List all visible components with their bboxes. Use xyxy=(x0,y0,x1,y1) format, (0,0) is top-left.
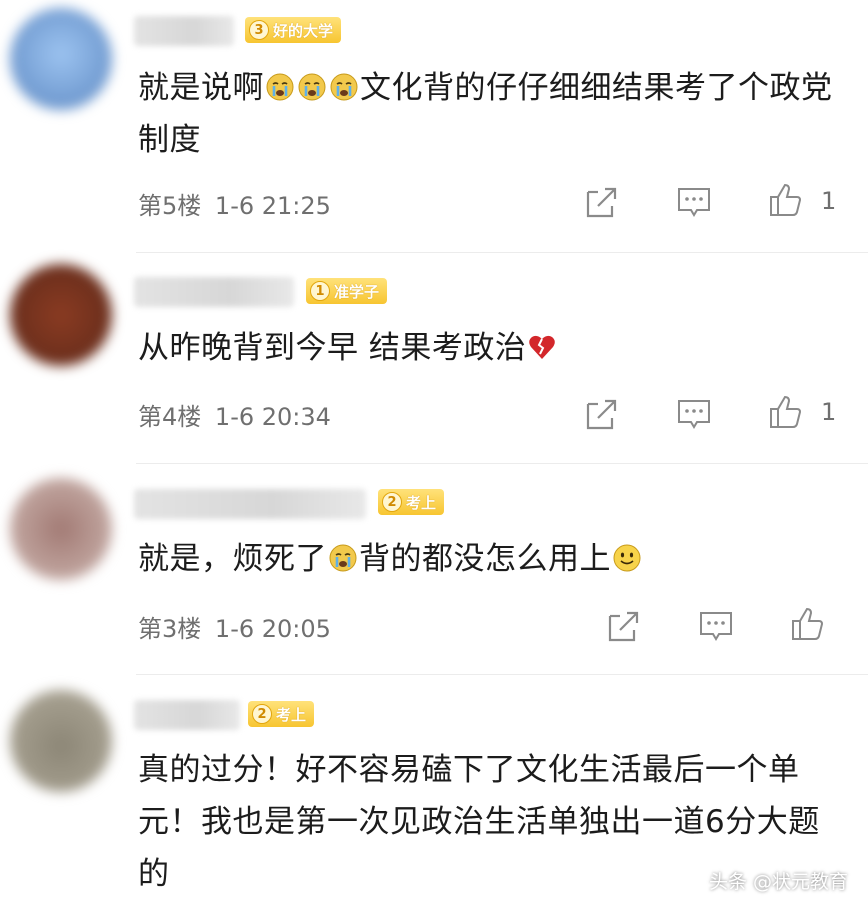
divider xyxy=(136,463,868,464)
badge-level: 3 xyxy=(249,20,269,40)
like-count: 1 xyxy=(821,398,837,426)
badge-level: 2 xyxy=(382,492,402,512)
badge-title: 好的大学 xyxy=(273,21,334,40)
comment-meta: 第4楼 1-6 20:34 xyxy=(138,397,331,432)
watermark: 头条 @状元教育 xyxy=(708,871,848,893)
badge-title: 考上 xyxy=(276,705,307,724)
crying-face-emoji xyxy=(330,73,358,101)
broken-heart-emoji xyxy=(529,335,556,359)
divider xyxy=(136,252,868,253)
user-badge: 2 考上 xyxy=(248,701,315,727)
comment-text-part: 就是，烦死了 xyxy=(138,541,327,577)
username-blurred[interactable] xyxy=(134,700,240,730)
avatar[interactable] xyxy=(10,478,112,580)
username-blurred[interactable] xyxy=(134,489,366,519)
avatar[interactable] xyxy=(10,264,112,366)
user-badge: 2 考上 xyxy=(378,489,445,515)
comment-icon[interactable] xyxy=(676,184,712,220)
share-icon[interactable] xyxy=(606,608,642,644)
crying-face-emoji xyxy=(266,73,294,101)
comment-meta: 第5楼 1-6 21:25 xyxy=(138,186,331,221)
share-icon[interactable] xyxy=(584,184,620,220)
avatar[interactable] xyxy=(10,8,112,110)
user-badge: 1 准学子 xyxy=(306,278,388,304)
comment-text-part: 背的都没怎么用上 xyxy=(359,541,611,577)
comment-text: 就是，烦死了 背的都没怎么用上 xyxy=(138,533,838,585)
crying-face-emoji xyxy=(298,73,326,101)
divider xyxy=(136,674,868,675)
crying-face-emoji xyxy=(329,544,357,572)
username-blurred[interactable] xyxy=(134,277,294,307)
comment-text: 从昨晚背到今早 结果考政治 xyxy=(138,322,838,374)
avatar[interactable] xyxy=(10,690,112,792)
comment-text-part: 就是说啊 xyxy=(138,70,264,106)
comment-icon[interactable] xyxy=(676,396,712,432)
comment-meta: 第3楼 1-6 20:05 xyxy=(138,609,331,644)
smile-emoji xyxy=(613,544,641,572)
badge-title: 准学子 xyxy=(334,282,380,301)
floor-number: 第5楼 xyxy=(138,192,202,220)
thumbs-up-icon[interactable] xyxy=(768,394,804,430)
user-badge: 3 好的大学 xyxy=(245,17,342,43)
thumbs-up-icon[interactable] xyxy=(768,182,804,218)
like-count: 1 xyxy=(821,187,837,215)
badge-title: 考上 xyxy=(406,493,437,512)
comment-text: 就是说啊 文化背的仔仔细细结果考了个政党制度 xyxy=(138,62,838,166)
share-icon[interactable] xyxy=(584,396,620,432)
floor-number: 第3楼 xyxy=(138,615,202,643)
thumbs-up-icon[interactable] xyxy=(790,606,826,642)
floor-number: 第4楼 xyxy=(138,403,202,431)
badge-level: 2 xyxy=(252,704,272,724)
timestamp: 1-6 20:05 xyxy=(214,615,331,643)
comment-text-part: 从昨晚背到今早 结果考政治 xyxy=(138,330,527,366)
username-blurred[interactable] xyxy=(134,16,234,46)
badge-level: 1 xyxy=(310,281,330,301)
timestamp: 1-6 20:34 xyxy=(214,403,331,431)
comment-icon[interactable] xyxy=(698,608,734,644)
timestamp: 1-6 21:25 xyxy=(214,192,331,220)
